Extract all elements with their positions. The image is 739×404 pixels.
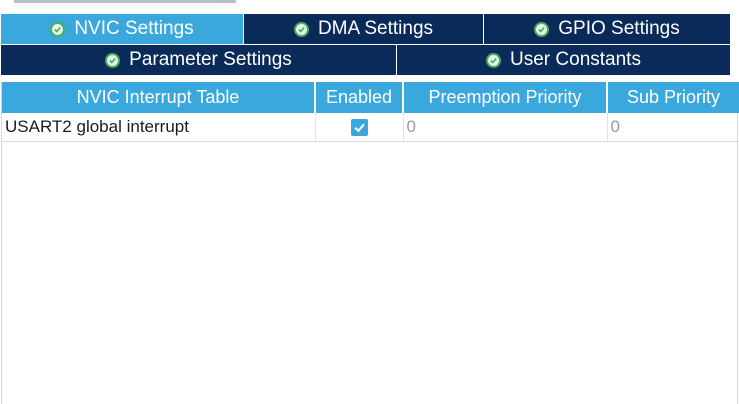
top-scrollbar-thumb[interactable] xyxy=(14,0,236,3)
enabled-cell xyxy=(315,113,404,142)
table-row[interactable]: USART2 global interrupt 0 0 xyxy=(2,113,739,142)
column-header-sub-priority[interactable]: Sub Priority xyxy=(607,82,739,113)
column-header-preemption-priority[interactable]: Preemption Priority xyxy=(403,82,608,113)
column-header-enabled[interactable]: Enabled xyxy=(315,82,404,113)
nvic-interrupt-table: NVIC Interrupt Table Enabled Preemption … xyxy=(1,82,739,404)
interrupt-name-cell: USART2 global interrupt xyxy=(2,113,316,142)
enabled-checkbox[interactable] xyxy=(350,119,368,137)
check-circle-icon xyxy=(534,21,550,37)
tab-label: DMA Settings xyxy=(317,18,434,39)
tab-label: NVIC Settings xyxy=(74,18,194,39)
tab-parameter-settings[interactable]: Parameter Settings xyxy=(1,45,397,75)
tab-label: Parameter Settings xyxy=(129,49,292,70)
checkmark-icon xyxy=(353,123,365,133)
column-header-interrupt[interactable]: NVIC Interrupt Table xyxy=(2,82,316,113)
tab-dma-settings[interactable]: DMA Settings xyxy=(244,14,484,44)
table-header-row: NVIC Interrupt Table Enabled Preemption … xyxy=(2,82,739,113)
preemption-priority-cell[interactable]: 0 xyxy=(403,113,608,142)
tab-gpio-settings[interactable]: GPIO Settings xyxy=(484,14,730,44)
sub-priority-cell[interactable]: 0 xyxy=(607,113,739,142)
check-circle-icon xyxy=(105,52,121,68)
check-circle-icon xyxy=(486,52,502,68)
tab-user-constants[interactable]: User Constants xyxy=(397,45,730,75)
check-circle-icon xyxy=(293,21,309,37)
tab-label: GPIO Settings xyxy=(558,18,680,39)
tab-label: User Constants xyxy=(510,49,641,70)
check-circle-icon xyxy=(50,21,66,37)
tab-nvic-settings[interactable]: NVIC Settings xyxy=(1,14,244,44)
